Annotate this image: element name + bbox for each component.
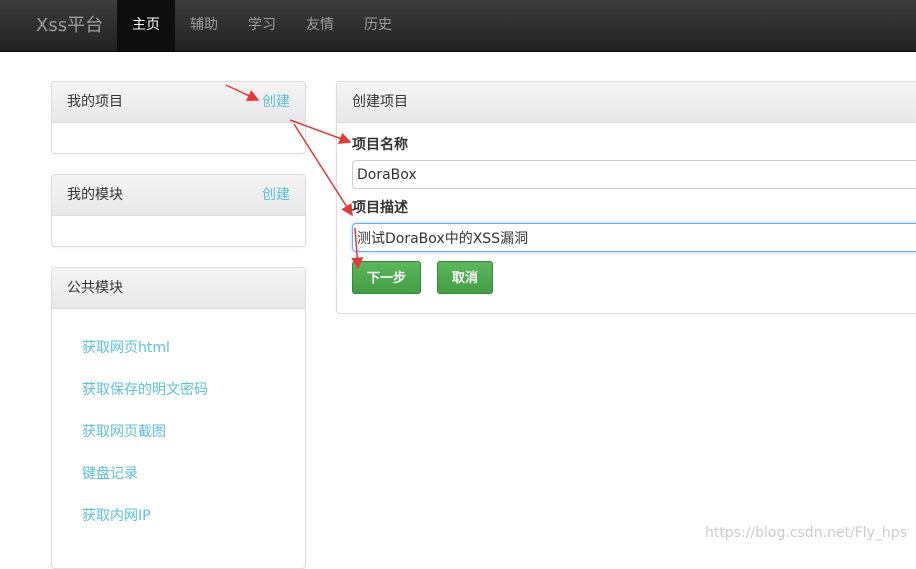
my-modules-heading: 我的模块 创建 (52, 175, 305, 216)
module-link-intranet-ip[interactable]: 获取内网IP (52, 495, 305, 537)
create-project-panel: 创建项目 项目名称 项目描述 下一步 取消 (336, 81, 916, 314)
create-module-link[interactable]: 创建 (262, 175, 290, 215)
public-modules-panel: 公共模块 获取网页html 获取保存的明文密码 获取网页截图 键盘记录 获取内网… (51, 267, 306, 569)
project-name-label: 项目名称 (352, 137, 408, 153)
module-link-screenshot[interactable]: 获取网页截图 (52, 411, 305, 453)
nav-item-learn[interactable]: 学习 (233, 0, 291, 51)
nav-item-home[interactable]: 主页 (117, 0, 175, 51)
public-modules-title: 公共模块 (67, 280, 123, 296)
main-nav: 主页 辅助 学习 友情 历史 (117, 0, 407, 51)
project-name-input[interactable] (352, 160, 916, 189)
next-step-button[interactable]: 下一步 (352, 261, 422, 294)
my-projects-heading: 我的项目 创建 (52, 82, 305, 123)
create-project-form: 项目名称 项目描述 下一步 取消 (337, 123, 916, 294)
create-project-heading: 创建项目 (337, 82, 916, 123)
module-link-get-html[interactable]: 获取网页html (52, 327, 305, 369)
create-project-link[interactable]: 创建 (262, 82, 290, 122)
my-modules-panel: 我的模块 创建 (51, 174, 306, 247)
public-modules-heading: 公共模块 (52, 268, 305, 309)
brand-logo[interactable]: Xss平台 (36, 0, 103, 51)
module-link-get-passwords[interactable]: 获取保存的明文密码 (52, 369, 305, 411)
nav-item-history[interactable]: 历史 (349, 0, 407, 51)
form-actions: 下一步 取消 (352, 261, 916, 294)
my-projects-title: 我的项目 (67, 94, 123, 110)
top-navbar: Xss平台 主页 辅助 学习 友情 历史 (0, 0, 916, 52)
create-project-title: 创建项目 (352, 94, 408, 110)
nav-item-friends[interactable]: 友情 (291, 0, 349, 51)
project-desc-label: 项目描述 (352, 200, 408, 216)
public-modules-list: 获取网页html 获取保存的明文密码 获取网页截图 键盘记录 获取内网IP (52, 309, 305, 537)
cancel-button[interactable]: 取消 (437, 261, 494, 294)
module-link-keylogger[interactable]: 键盘记录 (52, 453, 305, 495)
watermark-text: https://blog.csdn.net/Fly_hps (704, 525, 907, 541)
my-projects-panel: 我的项目 创建 (51, 81, 306, 154)
nav-item-tools[interactable]: 辅助 (175, 0, 233, 51)
project-desc-input[interactable] (352, 223, 916, 252)
my-modules-title: 我的模块 (67, 187, 123, 203)
